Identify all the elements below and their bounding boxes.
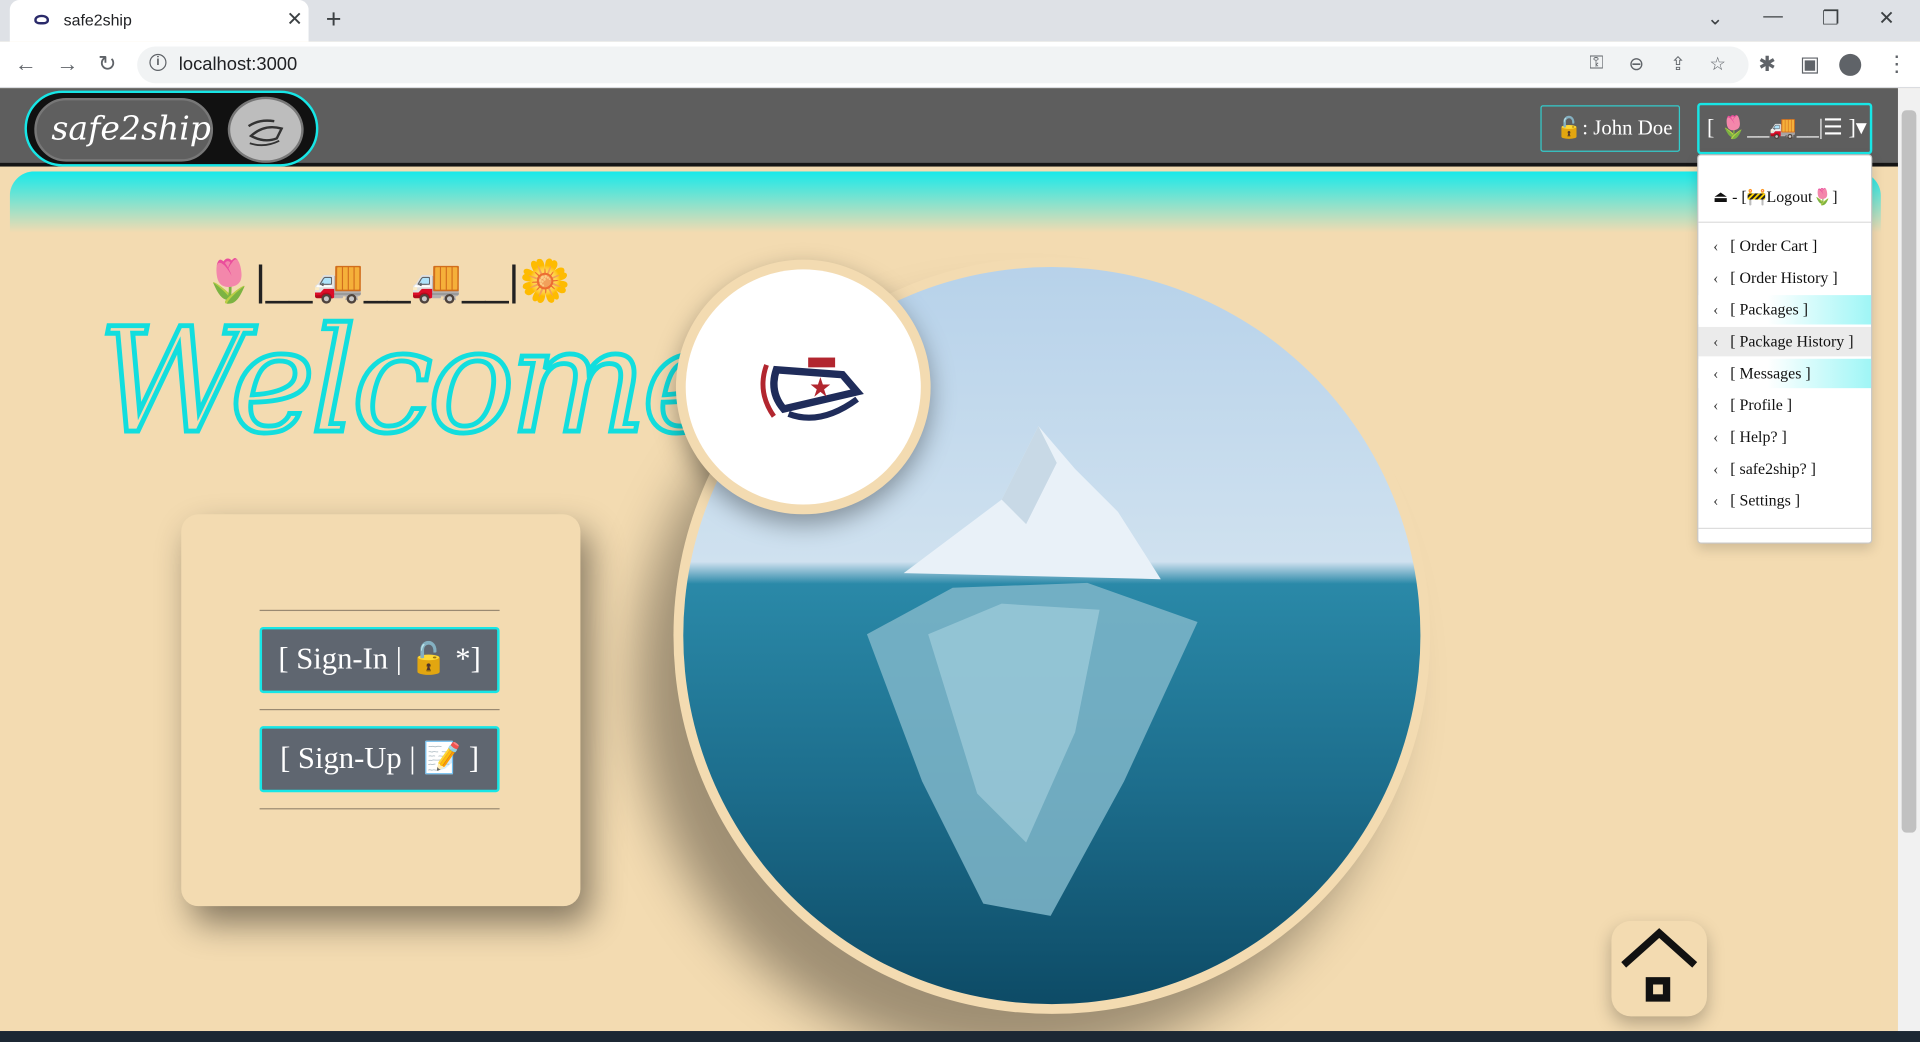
address-bar[interactable]: i localhost:3000 ⚿ ⊖ ⇪ ☆ <box>137 46 1749 84</box>
divider <box>259 708 500 711</box>
menu-item-label: [ Order History ] <box>1730 268 1838 287</box>
site-info-icon[interactable]: i <box>149 53 167 72</box>
profile-avatar-icon[interactable] <box>1839 53 1862 76</box>
menu-item-label: [ Order Cart ] <box>1730 236 1818 255</box>
menu-item-label: [ safe2ship? ] <box>1730 459 1816 478</box>
scrollbar-thumb[interactable] <box>1901 110 1917 833</box>
chevron-left-icon: ‹ <box>1713 427 1719 446</box>
back-icon[interactable]: ← <box>15 51 37 77</box>
menu-item-order-history[interactable]: ‹ [ Order History ] <box>1698 263 1871 292</box>
os-taskbar <box>0 1031 1920 1042</box>
user-account-button[interactable]: 🔓: John Doe <box>1540 105 1681 152</box>
dropdown-divider <box>1698 527 1872 529</box>
menu-item-about[interactable]: ‹ [ safe2ship? ] <box>1698 454 1871 483</box>
menu-item-settings[interactable]: ‹ [ Settings ] <box>1698 486 1871 515</box>
sign-up-button[interactable]: [ Sign-Up | 📝 ] <box>259 726 500 793</box>
menu-item-package-history[interactable]: ‹ [ Package History ] <box>1698 326 1872 357</box>
home-icon <box>1621 928 1698 1002</box>
menu-item-packages[interactable]: ‹ [ Packages ] <box>1698 295 1872 325</box>
brand-container[interactable]: safe2ship <box>24 90 319 167</box>
sign-in-button[interactable]: [ Sign-In | 🔓 *] <box>259 626 500 694</box>
key-icon[interactable]: ⚿ <box>1589 53 1603 74</box>
minimize-icon[interactable]: — <box>1763 6 1783 28</box>
new-tab-icon[interactable]: + <box>326 4 342 36</box>
chevron-left-icon: ‹ <box>1713 363 1719 383</box>
chevron-left-icon: ‹ <box>1713 331 1719 351</box>
menu-item-label: [ Package History ] <box>1730 331 1854 351</box>
menu-item-messages[interactable]: ‹ [ Messages ] <box>1698 358 1872 389</box>
side-panel-icon[interactable]: ▣ <box>1800 53 1820 77</box>
chevron-left-icon: ‹ <box>1713 395 1719 414</box>
chevron-left-icon: ‹ <box>1713 459 1719 478</box>
divider <box>259 808 500 810</box>
logout-item[interactable]: ⏏ - [🚧Logout🌷] <box>1698 182 1871 211</box>
auth-card: [ Sign-In | 🔓 *] [ Sign-Up | 📝 ] <box>181 514 581 907</box>
menu-item-label: [ Messages ] <box>1730 363 1811 383</box>
tab-title: safe2ship <box>63 11 132 30</box>
chevron-left-icon: ‹ <box>1713 300 1719 319</box>
chevron-left-icon: ‹ <box>1713 236 1719 255</box>
nav-dropdown-menu: ⏏ - [🚧Logout🌷] ‹ [ Order Cart ] ‹ [ Order … <box>1697 154 1873 544</box>
url-text[interactable]: localhost:3000 <box>179 54 297 75</box>
divider <box>259 609 500 612</box>
ship-logo-icon[interactable] <box>227 96 304 163</box>
nav-menu-toggle-button[interactable]: [ 🌷__🚚__|☰ ]▾ <box>1697 102 1873 155</box>
browser-toolbar: ← → ↻ i localhost:3000 ⚿ ⊖ ⇪ ☆ <box>0 41 1920 89</box>
browser-tabbar: safe2ship ✕ + ⌄ — ❐ ✕ <box>0 0 1920 42</box>
close-window-icon[interactable]: ✕ <box>1878 6 1894 30</box>
restore-icon[interactable]: ❐ <box>1822 6 1840 30</box>
ship-favicon-icon <box>34 14 49 25</box>
share-icon[interactable]: ⇪ <box>1670 53 1685 75</box>
menu-item-label: [ Settings ] <box>1730 491 1801 510</box>
menu-item-label: [ Profile ] <box>1730 395 1793 414</box>
app-header: safe2ship 🔓: John Doe [ 🌷__🚚__|☰ ]▾ <box>0 88 1898 167</box>
browser-menu-icon[interactable]: ⋮ <box>1886 51 1908 77</box>
ship-brand-logo-icon <box>685 269 921 505</box>
logo-circle-frame <box>675 259 931 515</box>
dropdown-divider <box>1698 221 1872 223</box>
menu-item-label: [ Help? ] <box>1730 427 1787 446</box>
menu-item-profile[interactable]: ‹ [ Profile ] <box>1698 391 1871 420</box>
zoom-icon[interactable]: ⊖ <box>1629 53 1644 75</box>
browser-tab[interactable]: safe2ship ✕ <box>9 0 309 42</box>
extensions-icon[interactable]: ✱ <box>1758 53 1775 77</box>
bookmark-star-icon[interactable]: ☆ <box>1709 53 1725 75</box>
tab-search-icon[interactable]: ⌄ <box>1707 6 1723 30</box>
menu-item-label: [ Packages ] <box>1730 300 1809 319</box>
brand-pill[interactable]: safe2ship <box>34 97 214 162</box>
chevron-left-icon: ‹ <box>1713 268 1719 287</box>
menu-item-help[interactable]: ‹ [ Help? ] <box>1698 422 1871 451</box>
brand-name: safe2ship <box>51 110 211 149</box>
header-glow <box>9 171 1881 233</box>
close-tab-icon[interactable]: ✕ <box>287 7 303 31</box>
reload-icon[interactable]: ↻ <box>98 51 116 77</box>
home-button[interactable] <box>1611 920 1707 1017</box>
main-content: 🌷|__🚚__🚚__|🌼 Welcome! [ Sign-In | 🔓 *] [… <box>9 171 1881 1042</box>
forward-icon[interactable]: → <box>56 51 78 77</box>
menu-item-order-cart[interactable]: ‹ [ Order Cart ] <box>1698 231 1871 260</box>
chevron-left-icon: ‹ <box>1713 491 1719 510</box>
welcome-heading: Welcome! <box>96 294 784 468</box>
page-scrollbar[interactable] <box>1897 88 1920 1042</box>
